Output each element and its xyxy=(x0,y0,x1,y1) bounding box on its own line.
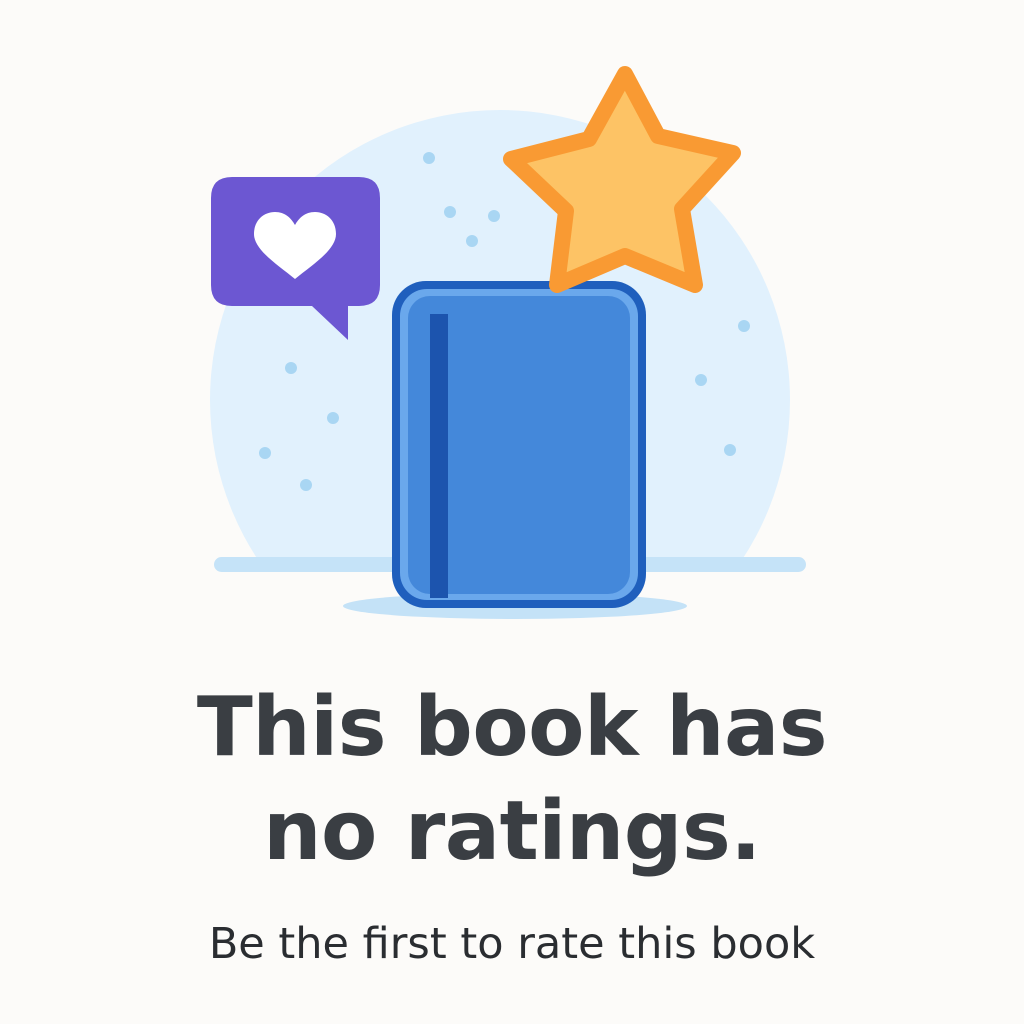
sparkle-dot xyxy=(724,444,736,456)
sparkle-dot xyxy=(444,206,456,218)
headline-line: This book has xyxy=(196,680,828,775)
sparkle-dot xyxy=(327,412,339,424)
empty-ratings-illustration xyxy=(180,66,840,640)
sparkle-dot xyxy=(259,447,271,459)
empty-state-subtitle: Be the first to rate this book xyxy=(208,919,816,969)
book-icon xyxy=(392,281,646,608)
empty-state-headline: This book has no ratings. xyxy=(0,676,1024,884)
book-spine xyxy=(430,314,448,598)
sparkle-dot xyxy=(300,479,312,491)
empty-ratings-screen: This book has no ratings. Be the first t… xyxy=(0,0,1024,1024)
sparkle-dot xyxy=(466,235,478,247)
sparkle-dot xyxy=(738,320,750,332)
sparkle-dot xyxy=(695,374,707,386)
sparkle-dot xyxy=(423,152,435,164)
headline-line: no ratings. xyxy=(263,784,761,879)
sparkle-dot xyxy=(488,210,500,222)
sparkle-dot xyxy=(285,362,297,374)
